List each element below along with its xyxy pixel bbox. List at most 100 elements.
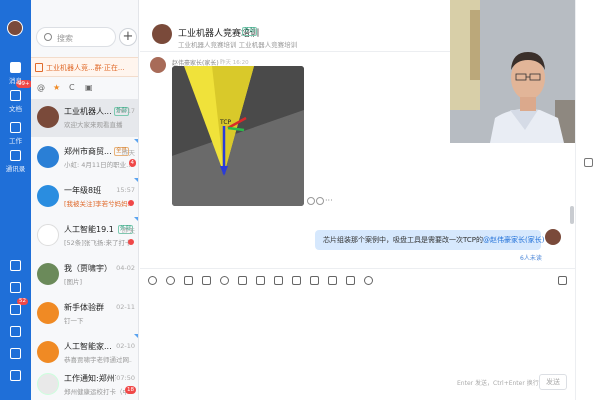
robot-sim-illustration: TCP bbox=[172, 66, 304, 206]
sender-avatar[interactable] bbox=[150, 57, 166, 73]
nav-label: 通讯录 bbox=[5, 165, 26, 173]
avatar bbox=[37, 373, 59, 395]
unread-dot bbox=[128, 200, 134, 206]
list-item[interactable]: 郑州市商贸... 全员 昨天 小虹: 4月11日的职业... 4 bbox=[31, 139, 138, 177]
settings-icon[interactable] bbox=[10, 370, 21, 381]
mention-link[interactable]: @赵伟豪家长(家长) bbox=[483, 236, 544, 244]
avatar bbox=[37, 263, 59, 285]
folder-icon[interactable] bbox=[256, 276, 265, 285]
list-item[interactable]: 一年级8班 15:57 [我被关注]李若兮妈妈... bbox=[31, 178, 138, 216]
nav-label: 工作 bbox=[9, 137, 22, 145]
message-input[interactable]: Enter 发送，Ctrl+Enter 换行 发送 bbox=[140, 292, 575, 400]
unread-filter-icon[interactable]: ▣ bbox=[85, 83, 93, 92]
conversation-preview: 欢迎大家来观看直播 bbox=[64, 121, 123, 129]
list-item[interactable]: 工业机器人... 外部 16:17 欢迎大家来观看直播 bbox=[31, 99, 138, 137]
list-item[interactable]: 新手体验群 02-11 钉一下 bbox=[31, 295, 138, 333]
star-filter-icon[interactable]: ★ bbox=[53, 83, 60, 92]
presenter-video bbox=[450, 0, 575, 143]
avatar bbox=[37, 146, 59, 168]
emoji-icon[interactable] bbox=[166, 276, 175, 285]
conversation-preview: [我被关注]李若兮妈妈... bbox=[64, 200, 132, 208]
list-item[interactable]: 工作通知:郑州市... 07:50 郑州健康运校打卡（中... 18 bbox=[31, 366, 138, 400]
conversation-name: 我（贾啸宇） bbox=[64, 264, 112, 273]
image-icon[interactable] bbox=[274, 276, 283, 285]
conversation-time: 16:17 bbox=[116, 107, 135, 115]
conversation-list: 搜索 + 工业机器人竞...群·正在... @ ★ C ▣ 工业机器人... 外… bbox=[31, 0, 139, 400]
phone-icon[interactable] bbox=[10, 326, 21, 337]
thumbs-up-icon[interactable] bbox=[184, 276, 193, 285]
more-apps-icon[interactable] bbox=[10, 348, 21, 359]
my-avatar[interactable] bbox=[7, 20, 23, 36]
add-button[interactable]: + bbox=[119, 28, 137, 46]
chat-scrollbar[interactable] bbox=[570, 206, 574, 224]
outgoing-message[interactable]: 芯片组装那个案例中，吸盘工具是需要改一次TCP的@赵伟豪家长(家长) bbox=[315, 230, 544, 250]
grid-icon bbox=[10, 122, 21, 133]
search-icon bbox=[44, 33, 52, 41]
live-video-feed[interactable] bbox=[450, 0, 575, 143]
gif-icon[interactable] bbox=[148, 276, 157, 285]
outgoing-message-text: 芯片组装那个案例中，吸盘工具是需要改一次TCP的@赵伟豪家长(家长) bbox=[323, 235, 544, 245]
read-status[interactable]: 6人未读 bbox=[520, 253, 542, 262]
avatar bbox=[37, 106, 59, 128]
nav-docs[interactable]: 文档 bbox=[0, 90, 31, 113]
mail-icon[interactable] bbox=[10, 304, 21, 315]
file-icon[interactable] bbox=[238, 276, 247, 285]
conversation-preview: [图片] bbox=[64, 278, 83, 286]
chat-bubble-icon bbox=[10, 62, 21, 73]
list-item[interactable]: 我（贾啸宇） 04-02 [图片] bbox=[31, 256, 138, 294]
calendar-icon[interactable] bbox=[584, 158, 593, 167]
composer-toolbar bbox=[140, 268, 575, 292]
conversation-name: 一年级8班 bbox=[64, 186, 102, 195]
unread-dot bbox=[128, 239, 134, 245]
expand-icon[interactable] bbox=[558, 276, 567, 285]
list-item[interactable]: 人工智能19.1 外部 昨天 [52条]张飞扬:来了打卡 bbox=[31, 217, 138, 255]
call-icon[interactable] bbox=[328, 276, 337, 285]
search-placeholder: 搜索 bbox=[57, 34, 73, 43]
contacts-icon bbox=[10, 150, 21, 161]
scissors-icon[interactable] bbox=[202, 276, 211, 285]
group-avatar[interactable] bbox=[152, 24, 172, 44]
send-button[interactable]: 发送 bbox=[539, 374, 567, 390]
conversation-name: 人工智能家... bbox=[64, 342, 112, 351]
tag-badge: 外部 bbox=[242, 27, 258, 36]
conversation-name: 工作通知:郑州市... bbox=[64, 374, 116, 383]
search-input[interactable]: 搜索 bbox=[36, 27, 116, 47]
more-icon[interactable]: ··· bbox=[325, 196, 333, 205]
message-text: 芯片组装那个案例中，吸盘工具是需要改一次TCP的 bbox=[323, 236, 483, 244]
nav-contacts[interactable]: 通讯录 bbox=[0, 150, 31, 173]
pinned-text: 工业机器人竞...群·正在... bbox=[46, 64, 125, 72]
pin-corner bbox=[134, 334, 138, 339]
nav-work[interactable]: 工作 bbox=[0, 122, 31, 145]
robot-sim-image[interactable]: TCP bbox=[172, 66, 304, 206]
message-actions: ··· bbox=[307, 196, 333, 206]
conversation-time: 15:57 bbox=[116, 186, 135, 194]
calendar-icon[interactable] bbox=[10, 260, 21, 271]
reply-icon[interactable] bbox=[307, 196, 315, 205]
at-filter-icon[interactable]: @ bbox=[37, 83, 45, 92]
chat-panel: 工业机器人竞赛培训 外部 工业机器人竞赛培训 工业机器人竞赛培训 赵伟豪家长(家… bbox=[140, 0, 575, 400]
schedule-icon[interactable] bbox=[346, 276, 355, 285]
unread-count: 18 bbox=[125, 386, 136, 394]
record-icon[interactable] bbox=[364, 276, 373, 285]
task-icon[interactable] bbox=[292, 276, 301, 285]
unread-count: 4 bbox=[128, 159, 136, 167]
recent-filter-icon[interactable]: C bbox=[69, 83, 75, 92]
pinned-live-banner[interactable]: 工业机器人竞...群·正在... bbox=[31, 57, 138, 77]
emoji-react-icon[interactable] bbox=[316, 196, 324, 205]
nav-messages[interactable]: 消息 bbox=[0, 62, 31, 85]
conversation-preview: [52条]张飞扬:来了打卡 bbox=[64, 239, 132, 247]
nav-label: 文档 bbox=[9, 105, 22, 113]
pin-corner bbox=[134, 178, 138, 183]
pin-corner bbox=[134, 139, 138, 144]
my-message-avatar[interactable] bbox=[545, 229, 561, 245]
todo-icon[interactable] bbox=[10, 282, 21, 293]
conversation-name: 郑州市商贸... bbox=[64, 147, 112, 156]
conversation-preview: 恭喜贾啸宇老师通过网... bbox=[64, 356, 132, 364]
avatar bbox=[37, 224, 59, 246]
at-mention-icon[interactable] bbox=[220, 276, 229, 285]
nav-label: 消息 bbox=[9, 77, 22, 85]
live-icon bbox=[35, 63, 43, 72]
conversation-name: 人工智能19.1 bbox=[64, 225, 114, 234]
conversation-time: 07:50 bbox=[116, 374, 135, 382]
ding-icon[interactable] bbox=[310, 276, 319, 285]
